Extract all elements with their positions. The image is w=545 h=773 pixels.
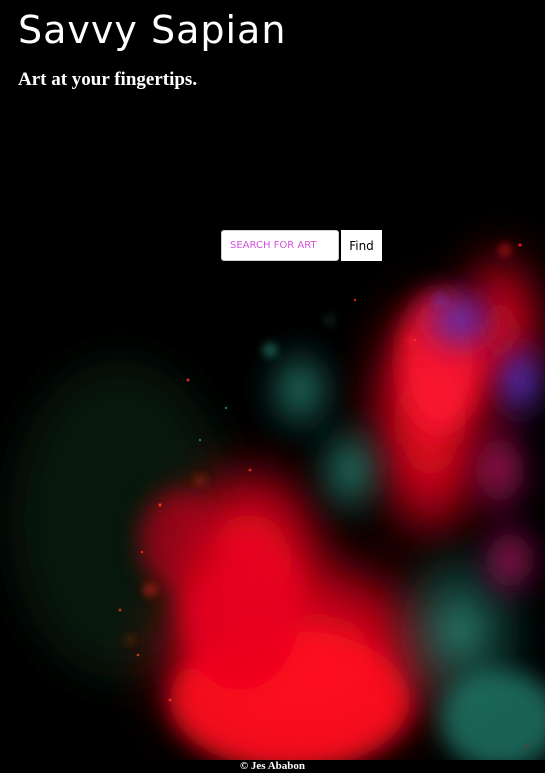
landing-page: Savvy Sapian Art at your fingertips. Fin… <box>0 0 545 773</box>
search-form: Find <box>221 230 382 261</box>
find-button[interactable]: Find <box>341 230 382 261</box>
hero-powder-explosion-image <box>10 240 545 760</box>
site-title: Savvy Sapian <box>18 8 287 52</box>
tagline: Art at your fingertips. <box>18 69 198 90</box>
corner-mark-icon: ⚡ <box>523 740 531 753</box>
footer-credit: © Jes Ababon <box>0 760 545 773</box>
search-input[interactable] <box>221 230 339 261</box>
